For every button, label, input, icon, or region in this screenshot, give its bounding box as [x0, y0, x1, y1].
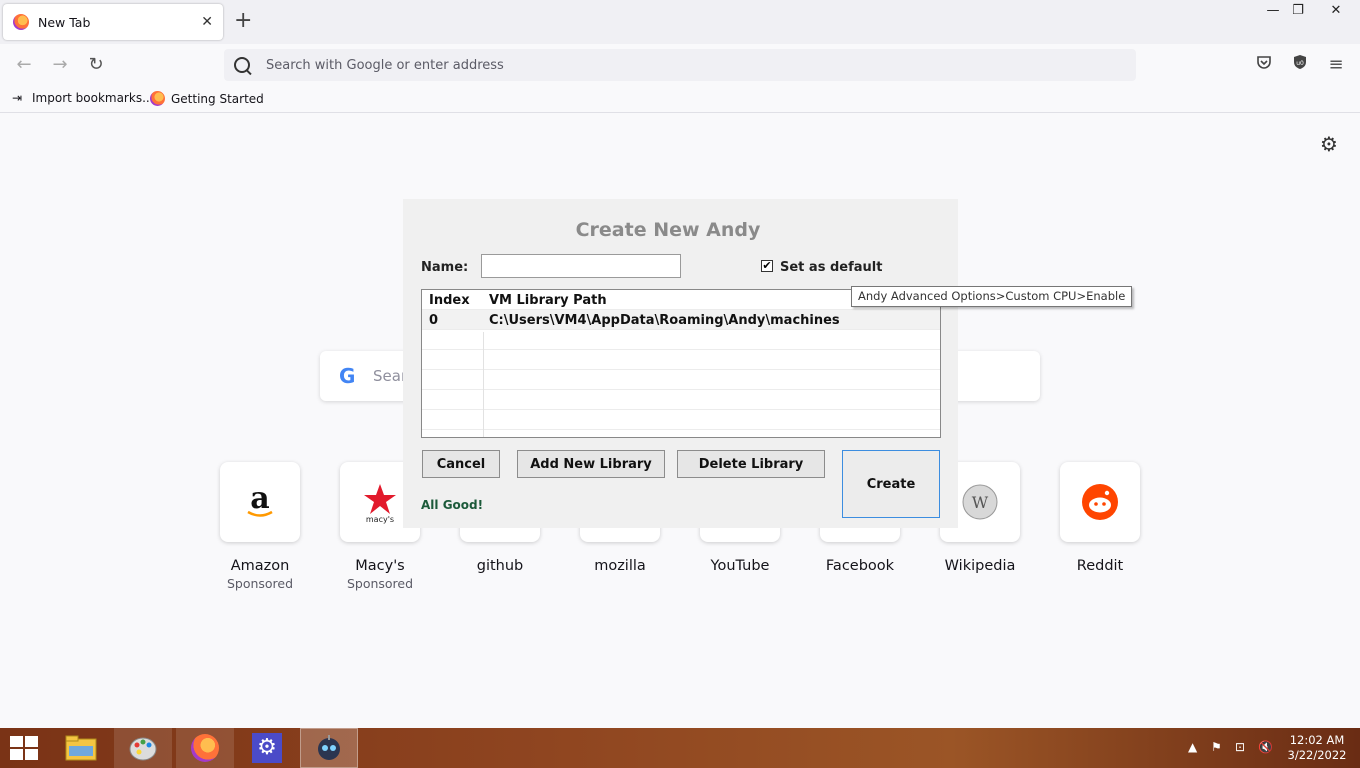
set-default-label: Set as default [780, 260, 883, 275]
bookmark-import[interactable]: ⇥ Import bookmarks... [12, 91, 154, 105]
column-header-path: VM Library Path [489, 293, 607, 308]
dialog-title: Create New Andy [575, 219, 761, 241]
column-header-index: Index [429, 293, 470, 308]
volume-muted-icon[interactable]: 🔇 [1258, 740, 1273, 754]
create-andy-dialog: Create New Andy Name: ✔ Set as default I… [403, 199, 958, 528]
set-default-checkbox[interactable]: ✔ [761, 260, 773, 272]
tile-label: Facebook [825, 558, 895, 574]
settings-gear-icon[interactable]: ⚙ [1318, 133, 1340, 155]
tile-reddit[interactable]: Reddit [1040, 462, 1160, 574]
vm-library-table[interactable]: Index VM Library Path 0 C:\Users\VM4\App… [421, 289, 941, 438]
column-divider [483, 332, 484, 437]
windows-start-icon[interactable] [10, 736, 38, 760]
svg-text:a: a [250, 482, 269, 516]
tab-new-tab[interactable]: New Tab ✕ [3, 4, 223, 40]
svg-text:u0: u0 [1296, 60, 1304, 67]
table-row-empty [422, 370, 940, 390]
firefox-taskbar-icon[interactable] [176, 728, 234, 768]
newtab-search-placeholder: Sear [373, 367, 408, 385]
table-row-empty [422, 330, 940, 350]
bookmark-label: Getting Started [171, 91, 264, 106]
tile-sponsored: Sponsored [226, 576, 294, 591]
clock-date: 3/22/2022 [1287, 748, 1347, 762]
menu-icon[interactable]: ≡ [1325, 54, 1347, 76]
table-row-empty [422, 410, 940, 430]
url-bar[interactable]: Search with Google or enter address [224, 49, 1136, 81]
google-icon: G [339, 364, 356, 388]
ublock-shield-icon[interactable]: u0 [1289, 54, 1311, 76]
tile-label: mozilla [594, 558, 646, 574]
row-index: 0 [429, 313, 439, 328]
tile-label: Wikipedia [944, 558, 1016, 574]
restore-button[interactable]: ❐ [1283, 0, 1313, 22]
pocket-icon[interactable] [1253, 54, 1275, 76]
cancel-button[interactable]: Cancel [422, 450, 500, 478]
clock-time: 12:02 AM [1289, 733, 1345, 747]
row-path: C:\Users\VM4\AppData\Roaming\Andy\machin… [489, 313, 840, 328]
table-row[interactable]: 0 C:\Users\VM4\AppData\Roaming\Andy\mach… [422, 310, 940, 330]
tile-sponsored: Sponsored [346, 576, 414, 591]
name-input[interactable] [481, 254, 681, 278]
screen: New Tab ✕ + — ❐ ✕ ← → ↻ Search with Goog… [0, 0, 1360, 768]
tile-label: Macy's [355, 558, 405, 574]
back-icon[interactable]: ← [13, 54, 35, 76]
close-window-button[interactable]: ✕ [1321, 0, 1351, 22]
action-center-flag-icon[interactable]: ⚑ [1211, 740, 1222, 754]
close-tab-icon[interactable]: ✕ [201, 14, 213, 30]
tile-label: Reddit [1076, 558, 1124, 574]
tab-title: New Tab [38, 14, 91, 30]
file-explorer-icon[interactable] [52, 728, 110, 768]
new-tab-button[interactable]: + [234, 10, 252, 32]
add-new-library-button[interactable]: Add New Library [517, 450, 665, 478]
firefox-icon [13, 14, 29, 30]
amazon-logo-icon: a [220, 462, 300, 542]
settings-taskbar-icon[interactable]: ⚙ [238, 728, 296, 768]
bookmarks-bar: ⇥ Import bookmarks... Getting Started [0, 86, 1360, 113]
forward-icon[interactable]: → [49, 54, 71, 76]
bookmark-getting-started[interactable]: Getting Started [150, 91, 264, 106]
tile-label: YouTube [710, 558, 770, 574]
import-icon: ⇥ [12, 91, 23, 105]
table-row-empty [422, 350, 940, 370]
bookmark-label: Import bookmarks... [32, 91, 154, 105]
tile-label: github [476, 558, 524, 574]
paint-icon[interactable] [114, 728, 172, 768]
network-icon[interactable]: ⊡ [1235, 740, 1245, 754]
andy-taskbar-icon[interactable] [300, 728, 358, 768]
status-message: All Good! [421, 498, 484, 512]
system-clock[interactable]: 12:02 AM 3/22/2022 [1282, 733, 1352, 763]
svg-text:macy's: macy's [366, 515, 394, 524]
name-label: Name: [421, 260, 469, 275]
create-button[interactable]: Create [842, 450, 940, 518]
svg-text:W: W [972, 493, 989, 512]
tile-label: Amazon [230, 558, 290, 574]
reddit-logo-icon [1060, 462, 1140, 542]
reload-icon[interactable]: ↻ [85, 54, 107, 76]
table-row-empty [422, 390, 940, 410]
show-hidden-icons-chevron[interactable]: ▲ [1188, 740, 1197, 754]
taskbar: ⚙ ▲ ⚑ ⊡ 🔇 12:02 AM 3/22/2022 [0, 728, 1360, 768]
tooltip: Andy Advanced Options>Custom CPU>Enable [851, 286, 1133, 307]
firefox-icon [150, 91, 165, 106]
delete-library-button[interactable]: Delete Library [677, 450, 825, 478]
tab-strip: New Tab ✕ + — ❐ ✕ [0, 0, 1360, 44]
tile-amazon[interactable]: a Amazon Sponsored [200, 462, 320, 591]
search-icon [234, 57, 250, 73]
nav-bar: ← → ↻ Search with Google or enter addres… [0, 44, 1360, 86]
url-placeholder: Search with Google or enter address [266, 57, 504, 73]
